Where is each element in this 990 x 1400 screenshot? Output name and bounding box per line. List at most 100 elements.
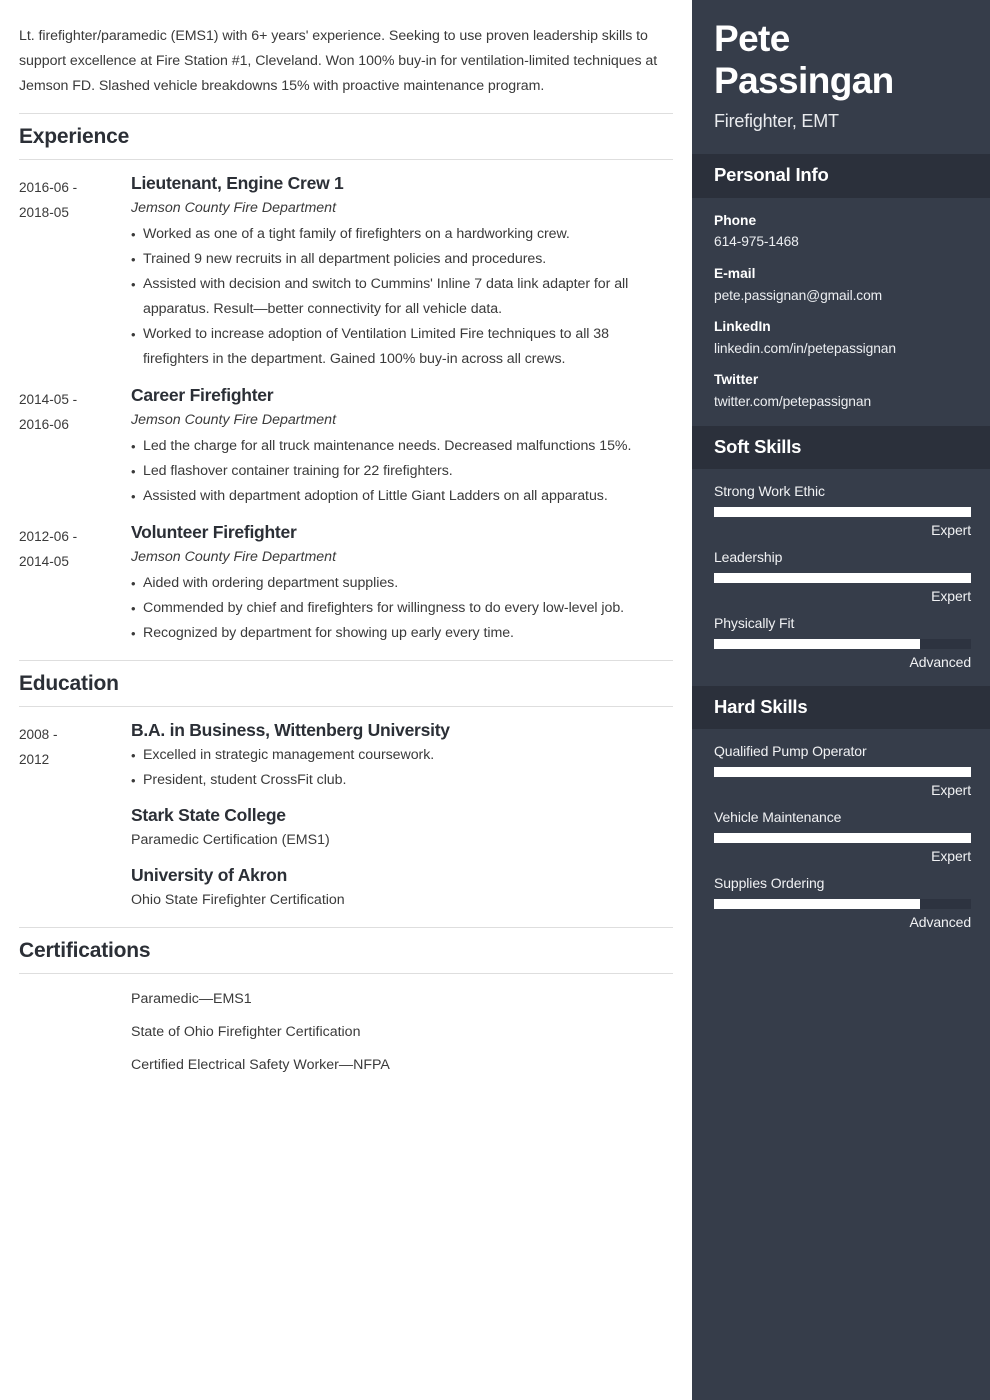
contact-value[interactable]: pete.passignan@gmail.com [714, 287, 970, 306]
entry-body: Volunteer Firefighter Jemson County Fire… [131, 522, 673, 646]
section-title: Experience [19, 125, 130, 148]
list-item: Led the charge for all truck maintenance… [131, 434, 667, 459]
skill-item: Vehicle Maintenance Expert [714, 809, 971, 864]
section-title: Certifications [19, 939, 151, 963]
skill-progress-fill [714, 899, 920, 910]
entry-date-range: 2016-06 - 2018-05 [19, 173, 131, 225]
job-title: Career Firefighter [131, 385, 274, 406]
entry-date-range [19, 865, 131, 867]
date-start: 2014-05 - [19, 392, 78, 408]
date-end: 2012 [19, 752, 50, 768]
skill-label: Strong Work Ethic [714, 483, 825, 500]
list-item: Excelled in strategic management coursew… [131, 743, 667, 768]
education-section: Education 2008 - 2012 B.A. in Business, … [19, 660, 673, 913]
skill-progress-fill [714, 639, 920, 650]
education-entry: 2008 - 2012 B.A. in Business, Wittenberg… [19, 707, 673, 793]
sidebar-section-title: Soft Skills [714, 435, 802, 457]
skill-progress-bar [714, 899, 971, 910]
experience-entry: 2012-06 - 2014-05 Volunteer Firefighter … [19, 509, 673, 646]
skill-item: Physically Fit Advanced [714, 615, 972, 671]
experience-section: Experience 2016-06 - 2018-05 Lieutenant,… [19, 113, 673, 646]
certification-list: Paramedic—EMS1 State of Ohio Firefighter… [19, 974, 673, 1082]
contact-value[interactable]: linkedin.com/in/petepassignan [714, 340, 970, 359]
list-item: Led flashover container training for 22 … [131, 459, 667, 484]
list-item: Recognized by department for showing up … [131, 621, 667, 646]
skill-item: Qualified Pump Operator Expert [714, 743, 971, 798]
contact-label: E-mail [714, 265, 756, 281]
skill-progress-fill [714, 767, 971, 778]
school-detail: Ohio State Firefighter Certification [131, 892, 345, 909]
list-item: Assisted with decision and switch to Cum… [131, 272, 667, 322]
certifications-section: Certifications Paramedic—EMS1 State of O… [19, 927, 673, 1082]
employer-name: Jemson County Fire Department [131, 412, 337, 429]
skill-label: Vehicle Maintenance [714, 809, 842, 826]
contact-label: Phone [714, 212, 757, 228]
skill-progress-fill [714, 833, 971, 844]
contact-item: Phone 614-975-1468 [714, 212, 970, 252]
experience-section-header: Experience [19, 113, 673, 161]
hard-skills-header: Hard Skills [692, 686, 990, 730]
entry-body: Lieutenant, Engine Crew 1 Jemson County … [131, 173, 673, 372]
list-item: Paramedic—EMS1 [19, 983, 673, 1016]
education-section-header: Education [19, 660, 673, 708]
list-item: Worked as one of a tight family of firef… [131, 222, 667, 247]
skill-label: Qualified Pump Operator [714, 743, 867, 760]
employer-name: Jemson County Fire Department [131, 200, 337, 217]
sidebar-section-title: Hard Skills [714, 696, 808, 718]
list-item: Commended by chief and firefighters for … [131, 596, 667, 621]
education-entry: University of Akron Ohio State Firefight… [19, 853, 673, 913]
list-item: Assisted with department adoption of Lit… [131, 484, 667, 509]
achievement-list: Worked as one of a tight family of firef… [131, 222, 667, 372]
entry-body: B.A. in Business, Wittenberg University … [131, 720, 673, 793]
skill-progress-bar [714, 639, 971, 650]
certification-name: Paramedic—EMS1 [131, 991, 252, 1008]
skill-progress-bar [714, 507, 971, 518]
degree-title: B.A. in Business, Wittenberg University [131, 720, 450, 741]
job-title: Lieutenant, Engine Crew 1 [131, 173, 344, 194]
entry-body: University of Akron Ohio State Firefight… [131, 865, 673, 913]
candidate-name: Pete Passingan [714, 18, 894, 102]
list-item: State of Ohio Firefighter Certification [19, 1016, 673, 1049]
skill-level-label: Expert [931, 588, 971, 605]
resume-page: Lt. firefighter/paramedic (EMS1) with 6+… [0, 0, 990, 1400]
list-item: Worked to increase adoption of Ventilati… [131, 322, 667, 372]
skill-progress-bar [714, 573, 971, 584]
personal-info-body: Phone 614-975-1468 E-mail pete.passignan… [692, 198, 990, 426]
education-entry: Stark State College Paramedic Certificat… [19, 793, 673, 853]
list-item: Aided with ordering department supplies. [131, 571, 667, 596]
date-end: 2014-05 [19, 554, 69, 570]
sidebar-header: Pete Passingan Firefighter, EMT [692, 0, 990, 154]
contact-item: Twitter twitter.com/petepassignan [714, 371, 970, 411]
skill-progress-bar [714, 833, 971, 844]
skill-level-label: Expert [931, 522, 971, 539]
contact-value[interactable]: twitter.com/petepassignan [714, 393, 970, 412]
contact-label: Twitter [714, 372, 759, 388]
education-detail-list: Excelled in strategic management coursew… [131, 743, 667, 793]
skill-progress-bar [714, 767, 971, 778]
soft-skills-header: Soft Skills [692, 425, 990, 470]
contact-label: LinkedIn [714, 319, 771, 335]
entry-body: Stark State College Paramedic Certificat… [131, 805, 673, 853]
skill-item: Supplies Ordering Advanced [714, 875, 971, 930]
certification-name: Certified Electrical Safety Worker—NFPA [131, 1057, 390, 1074]
skill-item: Leadership Expert [714, 549, 971, 605]
contact-value[interactable]: 614-975-1468 [714, 233, 970, 252]
entry-date-range: 2014-05 - 2016-06 [19, 385, 131, 437]
date-end: 2018-05 [19, 205, 69, 221]
school-detail: Paramedic Certification (EMS1) [131, 832, 330, 849]
entry-body: Career Firefighter Jemson County Fire De… [131, 385, 673, 509]
soft-skills-body: Strong Work Ethic Expert Leadership Expe… [692, 469, 990, 686]
skill-item: Strong Work Ethic Expert [714, 483, 971, 539]
list-item: Trained 9 new recruits in all department… [131, 247, 667, 272]
achievement-list: Aided with ordering department supplies.… [131, 571, 667, 646]
skill-level-label: Advanced [909, 654, 972, 671]
date-start: 2008 - [19, 727, 58, 743]
contact-item: LinkedIn linkedin.com/in/petepassignan [714, 318, 970, 358]
hard-skills-body: Qualified Pump Operator Expert Vehicle M… [692, 729, 990, 946]
achievement-list: Led the charge for all truck maintenance… [131, 434, 667, 509]
skill-label: Leadership [714, 549, 783, 566]
experience-entry: 2014-05 - 2016-06 Career Firefighter Jem… [19, 372, 673, 509]
candidate-role: Firefighter, EMT [714, 111, 839, 132]
date-end: 2016-06 [19, 417, 69, 433]
skill-label: Physically Fit [714, 615, 795, 632]
